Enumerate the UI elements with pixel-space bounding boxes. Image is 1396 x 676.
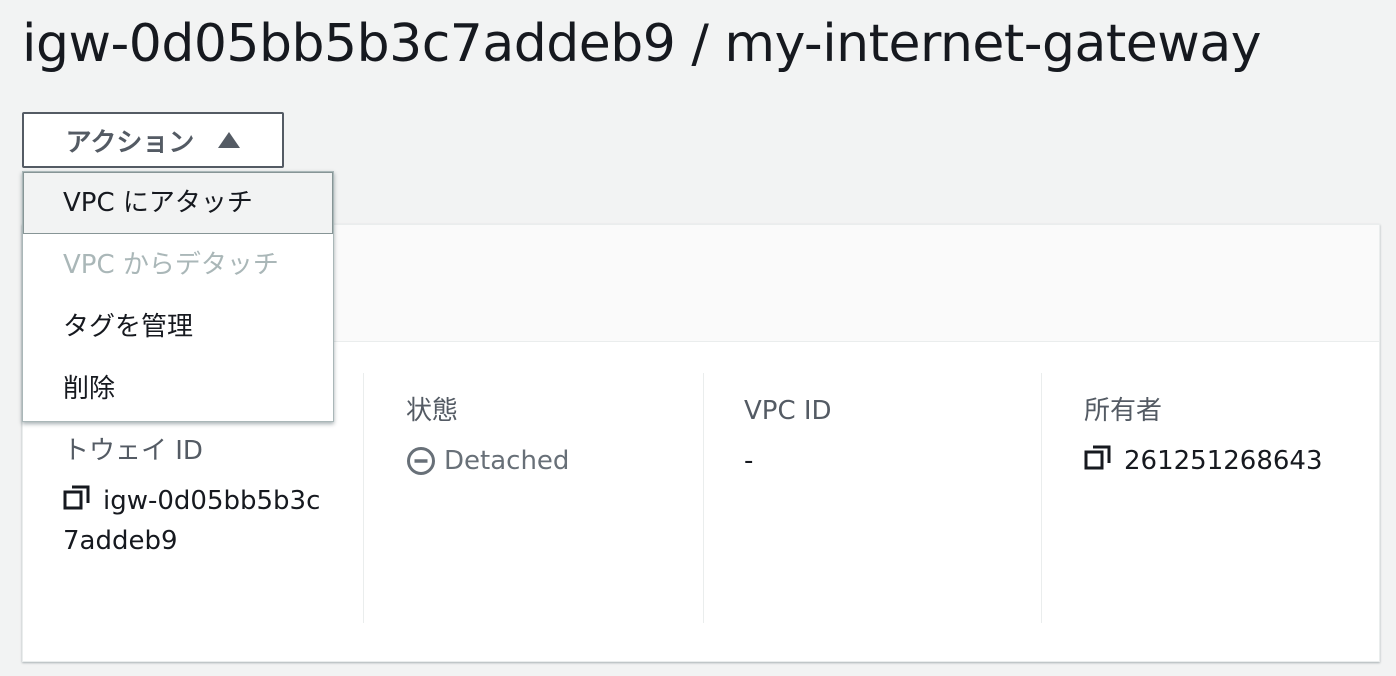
minus-circle-icon	[407, 447, 435, 475]
state-text: Detached	[444, 446, 570, 476]
vpc-id-label: VPC ID	[744, 396, 832, 426]
owner-value: 261251268643	[1084, 441, 1361, 481]
state-value: Detached	[406, 441, 703, 481]
gateway-id-value: igw-0d05bb5b3c7addeb9	[63, 481, 333, 561]
vpc-id-value: -	[744, 446, 754, 476]
actions-button-label: アクション	[65, 127, 195, 158]
actions-dropdown-menu: VPC にアタッチ VPC からデタッチ タグを管理 削除	[22, 171, 334, 422]
menu-item-delete[interactable]: 削除	[23, 358, 333, 420]
vpc-id-column: VPC ID -	[703, 373, 1041, 623]
gateway-id-text: igw-0d05bb5b3c7addeb9	[63, 486, 321, 556]
owner-label: 所有者	[1084, 396, 1163, 426]
gateway-id-label: トウェイ ID	[63, 436, 203, 466]
owner-text: 261251268643	[1124, 446, 1323, 476]
state-label: 状態	[406, 396, 459, 426]
state-column: 状態 Detached	[363, 373, 703, 623]
actions-button[interactable]: アクション	[22, 112, 284, 168]
menu-item-detach-vpc: VPC からデタッチ	[63, 250, 279, 280]
caret-up-icon	[218, 132, 241, 148]
copy-icon[interactable]	[1084, 444, 1112, 472]
owner-column: 所有者 261251268643	[1041, 373, 1361, 623]
menu-item-attach-vpc[interactable]: VPC にアタッチ	[23, 172, 333, 234]
menu-item-manage-tags[interactable]: タグを管理	[23, 296, 333, 358]
page-title: igw-0d05bb5b3c7addeb9 / my-internet-gate…	[22, 14, 1261, 74]
copy-icon[interactable]	[63, 484, 91, 512]
